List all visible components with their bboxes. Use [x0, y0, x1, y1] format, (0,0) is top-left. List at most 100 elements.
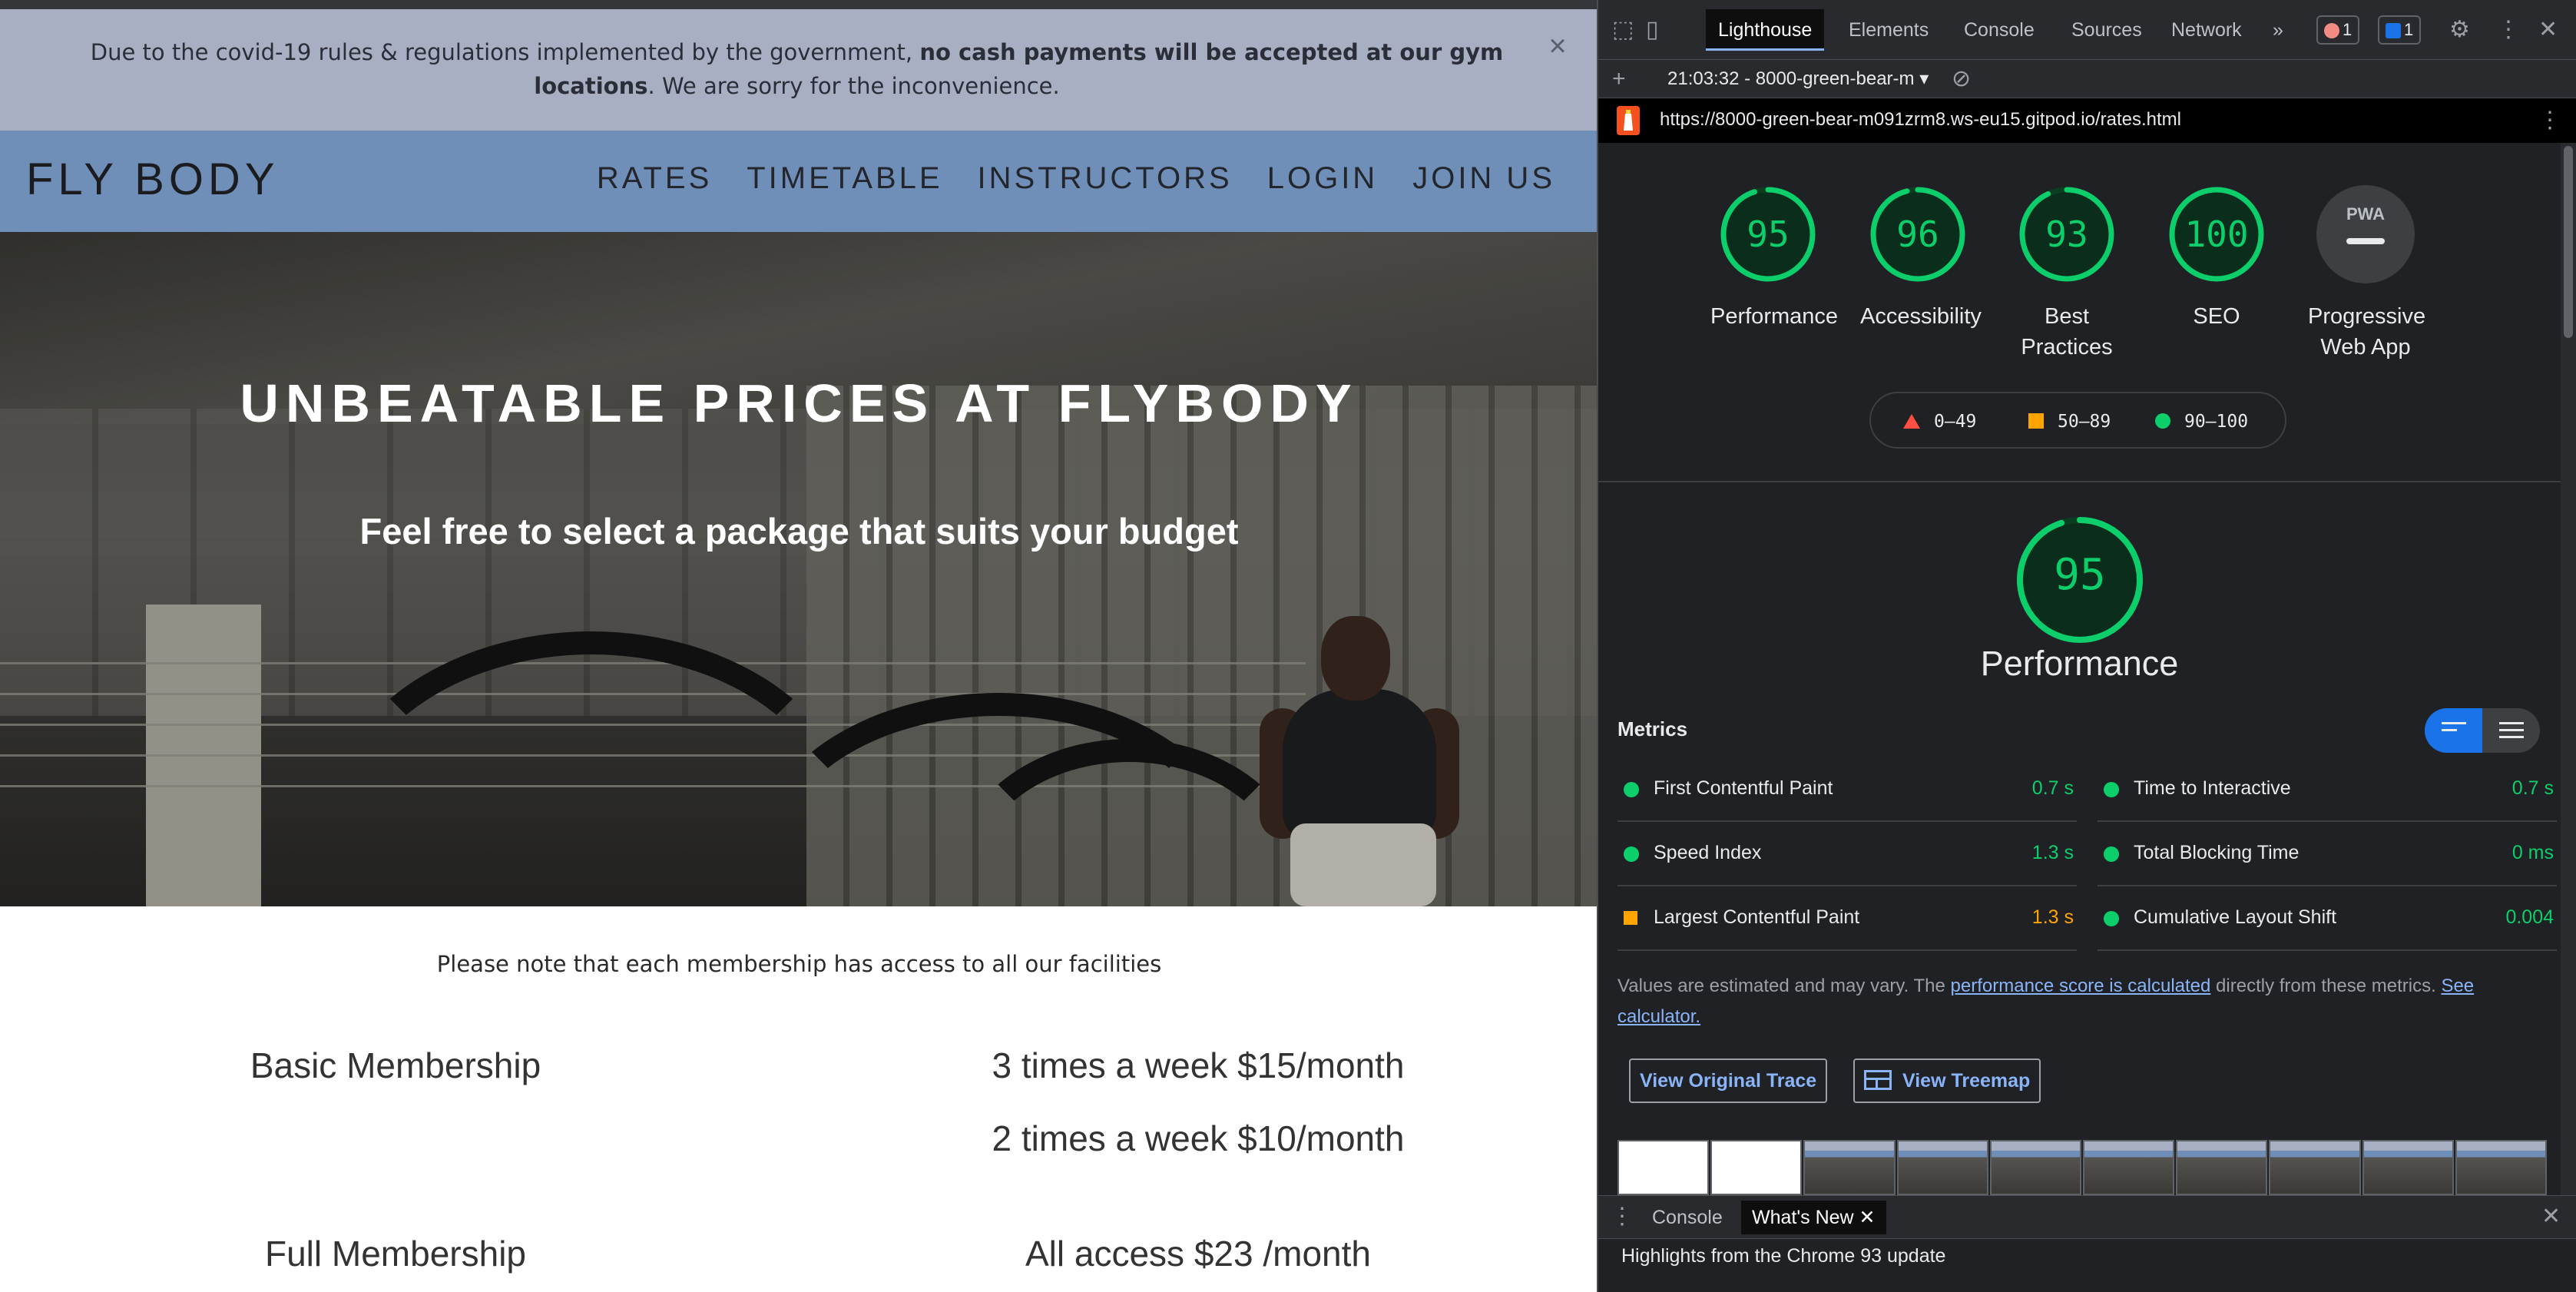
brand-logo[interactable]: FLY BODY: [26, 154, 280, 205]
filmstrip-frame: [1617, 1140, 1710, 1195]
lighthouse-logo-icon: [1617, 106, 1640, 135]
filmstrip-frame: [2176, 1140, 2268, 1195]
new-report-plus-icon[interactable]: +: [1612, 68, 1626, 91]
score-gauge[interactable]: 100 SEO: [2159, 184, 2274, 332]
hero-subtitle: Feel free to select a package that suits…: [359, 511, 1239, 552]
metric-row: Total Blocking Time 0 ms: [2098, 822, 2557, 886]
filmstrip-frame: [1989, 1140, 2082, 1195]
score-gauge[interactable]: 95 Performance: [1710, 184, 1838, 332]
treemap-icon: [1864, 1070, 1892, 1090]
report-url-bar: https://8000-green-bear-m091zrm8.ws-eu15…: [1598, 98, 2576, 143]
metrics-view-toggle: [2425, 708, 2540, 753]
scrollbar-thumb[interactable]: [2564, 146, 2573, 338]
close-tab-icon[interactable]: ✕: [1859, 1207, 1876, 1228]
metric-value: 0 ms: [2511, 842, 2554, 863]
score-gauge[interactable]: 93 Best Practices: [2009, 184, 2124, 363]
gauge-label: Progressive Web App: [2308, 304, 2426, 359]
performance-score: 95: [2054, 550, 2106, 600]
filmstrip-frame: [1803, 1140, 1896, 1195]
device-toolbar-icon[interactable]: ▯: [1646, 18, 1659, 41]
metric-name: Largest Contentful Paint: [1654, 906, 1860, 928]
membership-note: Please note that each membership has acc…: [436, 951, 1162, 977]
legend-pass: 90–100: [2155, 412, 2248, 432]
expanded-view-button[interactable]: [2482, 708, 2540, 753]
tab-console[interactable]: Console: [1952, 9, 2047, 51]
kebab-menu-icon[interactable]: ⋮: [2497, 18, 2520, 41]
metric-name: Speed Index: [1654, 842, 1762, 863]
drawer-tab-whats-new[interactable]: What's New ✕: [1741, 1201, 1886, 1234]
drawer-content: Highlights from the Chrome 93 update: [1598, 1238, 2576, 1292]
gauge-score: 93: [2045, 214, 2088, 255]
tab-network[interactable]: Network: [2159, 9, 2254, 51]
rate-row-basic-alt: 2 times a week $10/month: [0, 1118, 1598, 1164]
error-icon: [2324, 23, 2339, 39]
settings-gear-icon[interactable]: ⚙: [2449, 18, 2470, 41]
message-icon: [2386, 23, 2401, 39]
lighthouse-toolbar: + 21:03:32 - 8000-green-bear-m ▾ ⊘: [1598, 60, 2576, 98]
pass-circle-icon: [2104, 846, 2119, 862]
site-navbar: FLY BODY RATES TIMETABLE INSTRUCTORS LOG…: [0, 131, 1598, 232]
report-session-select[interactable]: 21:03:32 - 8000-green-bear-m ▾: [1667, 68, 1929, 90]
metric-value: 0.7 s: [2031, 777, 2074, 799]
filmstrip-frame: [1896, 1140, 1988, 1195]
gauge-label: SEO: [2193, 304, 2240, 329]
filmstrip-frame: [2362, 1140, 2454, 1195]
nav-link-instructors[interactable]: INSTRUCTORS: [978, 161, 1233, 196]
covid-banner: Due to the covid-19 rules & regulations …: [0, 9, 1598, 131]
close-devtools-icon[interactable]: ✕: [2538, 18, 2558, 41]
filmstrip-frame: [2269, 1140, 2361, 1195]
tab-sources[interactable]: Sources: [2059, 9, 2154, 51]
rate-price: 3 times a week $15/month: [992, 1045, 1405, 1085]
tab-lighthouse[interactable]: Lighthouse: [1706, 9, 1825, 51]
view-trace-button[interactable]: View Original Trace: [1629, 1058, 1828, 1103]
more-tabs-icon[interactable]: »: [2260, 9, 2296, 51]
nav-link-timetable[interactable]: TIMETABLE: [747, 161, 942, 196]
score-gauge[interactable]: 96 Accessibility: [1860, 184, 1982, 332]
nav-link-rates[interactable]: RATES: [597, 161, 712, 196]
metric-value: 1.3 s: [2031, 842, 2074, 863]
circle-icon: [2155, 413, 2170, 429]
tab-elements[interactable]: Elements: [1836, 9, 1941, 51]
covid-text-end: . We are sorry for the inconvenience.: [647, 73, 1060, 99]
pwa-badge-icon: [2316, 185, 2415, 283]
close-icon[interactable]: ×: [1544, 31, 1571, 61]
estimate-note: Values are estimated and may vary. The p…: [1617, 971, 2547, 1032]
devtools-tabbar: ⬚ ▯ Lighthouse Elements Console Sources …: [1598, 0, 2576, 60]
error-count-badge[interactable]: 1: [2316, 15, 2360, 45]
view-treemap-button[interactable]: View Treemap: [1853, 1058, 2041, 1103]
clear-reports-icon[interactable]: ⊘: [1952, 68, 1971, 91]
metrics-heading: Metrics: [1617, 717, 1688, 740]
covid-banner-text: Due to the covid-19 rules & regulations …: [54, 35, 1540, 103]
average-square-icon: [1624, 911, 1637, 925]
legend-fail: 0–49: [1903, 412, 1976, 432]
report-session-label: 21:03:32 - 8000-green-bear-m: [1667, 68, 1915, 89]
drawer-menu-icon[interactable]: ⋮: [1611, 1205, 1634, 1228]
close-drawer-icon[interactable]: ✕: [2541, 1205, 2561, 1228]
rate-row-basic: Basic Membership 3 times a week $15/mont…: [0, 1045, 1598, 1091]
compact-view-icon: [2442, 722, 2466, 739]
nav-link-join-us[interactable]: JOIN US: [1412, 161, 1555, 196]
compact-view-button[interactable]: [2425, 708, 2482, 753]
message-count-badge[interactable]: 1: [2378, 15, 2422, 45]
score-calc-link[interactable]: performance score is calculated: [1951, 976, 2211, 996]
report-scrollbar[interactable]: [2561, 143, 2576, 1195]
lighthouse-report: 95 Performance 96 Accessibility 93 Best Pract…: [1598, 143, 2561, 1195]
gauge-label: Accessibility: [1860, 304, 1982, 329]
hero-overlay: [0, 232, 1598, 906]
website-viewport: Due to the covid-19 rules & regulations …: [0, 0, 1598, 1292]
filmstrip-frame: [2455, 1140, 2548, 1195]
treemap-label: View Treemap: [1902, 1070, 2031, 1092]
legend-average: 50–89: [2028, 412, 2111, 432]
report-menu-icon[interactable]: ⋮: [2538, 109, 2561, 132]
gauge-score: 96: [1896, 214, 1939, 255]
metric-value: 0.7 s: [2511, 777, 2554, 799]
square-icon: [2028, 413, 2044, 429]
drawer-tab-console[interactable]: Console: [1641, 1201, 1733, 1234]
gauge-score: 100: [2184, 214, 2249, 255]
nav-link-login[interactable]: LOGIN: [1267, 161, 1378, 196]
gauge-score: 95: [1747, 214, 1790, 255]
score-gauge[interactable]: PWA Progressive Web App: [2308, 184, 2426, 363]
inspect-element-icon[interactable]: ⬚: [1612, 18, 1634, 41]
filmstrip-frame: [2083, 1140, 2175, 1195]
metric-row: Time to Interactive 0.7 s: [2098, 757, 2557, 822]
